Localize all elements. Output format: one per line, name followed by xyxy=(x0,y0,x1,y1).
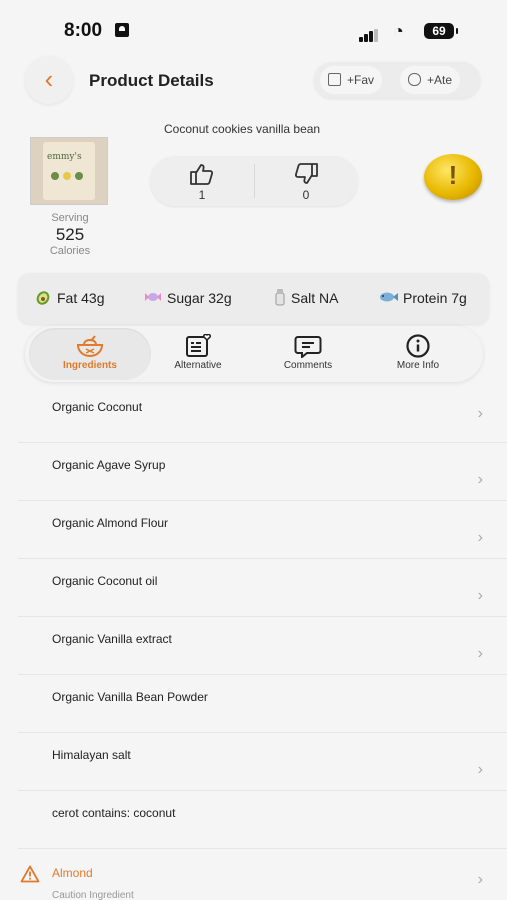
ingredient-row[interactable]: Organic Vanilla extract › xyxy=(18,617,507,675)
wifi-icon: ◔ xyxy=(393,21,404,41)
ingredient-name: Organic Vanilla extract xyxy=(52,632,172,646)
serving-label: Serving xyxy=(51,212,89,224)
chevron-right-icon: › xyxy=(477,871,483,888)
ingredient-name: Organic Coconut oil xyxy=(52,574,158,588)
warning-coin-icon[interactable]: ! xyxy=(424,154,482,200)
ingredient-name: Organic Vanilla Bean Powder xyxy=(52,690,208,704)
ingredient-name: cerot contains: coconut xyxy=(52,806,176,820)
nutrition-bar: Fat 43g Sugar 32g Salt NA Protein 7g xyxy=(18,273,489,324)
status-time: 8:00 xyxy=(64,20,103,41)
dislike-count: 0 xyxy=(302,188,310,202)
status-bar: 8:00 ◔ 69 xyxy=(0,0,507,60)
caution-ingredient-name: Almond xyxy=(52,866,93,880)
salt-label: Salt NA xyxy=(291,290,339,306)
add-ate-label: +Ate xyxy=(427,73,453,87)
nutrient-salt: Salt NA xyxy=(274,289,339,308)
nutrient-protein: Protein 7g xyxy=(378,290,467,306)
chevron-right-icon: › xyxy=(477,471,483,488)
ingredient-row[interactable]: Organic Coconut oil › xyxy=(18,559,507,617)
candy-icon xyxy=(145,293,161,302)
info-icon xyxy=(406,334,430,358)
product-name: Coconut cookies vanilla bean xyxy=(164,122,321,136)
add-favorite-button[interactable]: +Fav xyxy=(320,66,383,94)
dislike-button[interactable]: 0 xyxy=(276,162,336,202)
focus-icon xyxy=(115,23,129,37)
caution-ingredient-row[interactable]: Almond Caution Ingredient › xyxy=(18,853,507,900)
ingredient-row[interactable]: cerot contains: coconut xyxy=(18,791,507,849)
fish-icon xyxy=(380,292,398,302)
page-title: Product Details xyxy=(89,71,214,90)
tab-more-info[interactable]: More Info xyxy=(363,328,473,380)
header: ‹ Product Details +Fav +Ate xyxy=(0,56,507,106)
serving-info: Serving 525 Calories xyxy=(30,212,110,257)
ingredient-row[interactable]: Organic Coconut › xyxy=(18,385,507,443)
tab-comments[interactable]: Comments xyxy=(253,328,363,380)
header-actions: +Fav +Ate xyxy=(314,62,480,98)
like-count: 1 xyxy=(198,188,206,202)
protein-label: Protein 7g xyxy=(403,290,467,306)
ingredient-name: Organic Almond Flour xyxy=(52,516,169,530)
ingredient-row[interactable]: Himalayan salt › xyxy=(18,733,507,791)
fat-label: Fat 43g xyxy=(57,290,105,306)
back-button[interactable]: ‹ xyxy=(25,56,73,104)
add-favorite-label: +Fav xyxy=(347,73,375,87)
battery-icon: 69 xyxy=(424,23,458,39)
tab-comments-label: Comments xyxy=(283,360,333,371)
salt-shaker-icon xyxy=(275,289,285,306)
tab-bar: Ingredients Alternative Comments More In… xyxy=(25,326,483,382)
tab-alternative[interactable]: Alternative xyxy=(143,328,253,380)
thumbs-up-icon xyxy=(190,164,214,185)
chevron-right-icon: › xyxy=(477,405,483,422)
chevron-right-icon: › xyxy=(477,587,483,604)
thumbs-down-icon xyxy=(294,163,318,184)
avocado-icon xyxy=(36,291,50,305)
product-image-brand: emmy's xyxy=(47,152,82,162)
ingredient-row[interactable]: Organic Almond Flour › xyxy=(18,501,507,559)
ingredient-row[interactable]: Organic Vanilla Bean Powder xyxy=(18,675,507,733)
vote-panel: 1 0 xyxy=(150,156,358,206)
cellular-signal-icon xyxy=(359,24,379,42)
product-image[interactable]: emmy's xyxy=(30,137,108,205)
chevron-right-icon: › xyxy=(477,529,483,546)
caution-ingredient-subtitle: Caution Ingredient xyxy=(52,890,134,900)
bowl-icon xyxy=(76,335,104,358)
nutrient-fat: Fat 43g xyxy=(34,290,104,308)
nutrient-sugar: Sugar 32g xyxy=(144,290,232,306)
ingredient-name: Organic Coconut xyxy=(52,400,143,414)
tab-ingredients-label: Ingredients xyxy=(63,360,117,371)
ingredient-list: Organic Coconut › Organic Agave Syrup › Or… xyxy=(18,385,507,849)
tab-alternative-label: Alternative xyxy=(174,360,222,371)
tab-ingredients[interactable]: Ingredients xyxy=(29,328,151,380)
favorite-icon xyxy=(328,73,341,87)
chat-bubble-icon xyxy=(294,336,322,358)
chevron-right-icon: › xyxy=(477,645,483,662)
like-button[interactable]: 1 xyxy=(172,162,232,202)
ingredient-name: Organic Agave Syrup xyxy=(52,458,166,472)
chevron-right-icon: › xyxy=(477,761,483,778)
list-heart-icon xyxy=(186,334,211,357)
ingredient-name: Himalayan salt xyxy=(52,748,131,762)
chevron-left-icon: ‹ xyxy=(44,64,54,94)
calories-label: Calories xyxy=(49,245,91,257)
tab-more-info-label: More Info xyxy=(396,360,440,371)
plate-icon xyxy=(408,73,421,87)
add-ate-button[interactable]: +Ate xyxy=(400,66,461,94)
ingredient-row[interactable]: Organic Agave Syrup › xyxy=(18,443,507,501)
sugar-label: Sugar 32g xyxy=(167,290,232,306)
warning-triangle-icon xyxy=(20,865,40,883)
calories-value: 525 xyxy=(55,225,85,244)
